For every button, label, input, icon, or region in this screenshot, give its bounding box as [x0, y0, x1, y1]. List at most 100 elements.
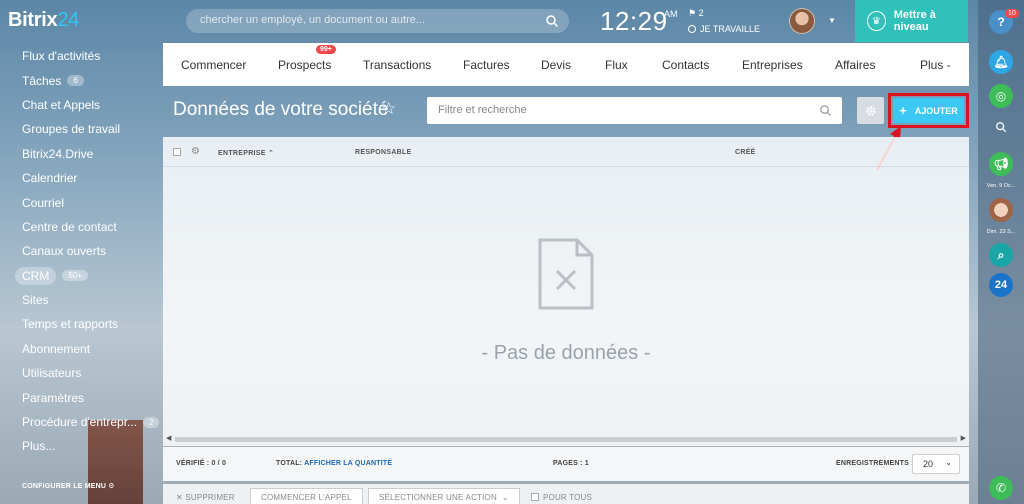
sidebar-item-3[interactable]: Groupes de travail: [0, 117, 160, 141]
for-all-checkbox[interactable]: POUR TOUS: [531, 488, 592, 504]
crm-tab-9[interactable]: Plus -: [920, 58, 951, 72]
crm-tab-1[interactable]: Prospects 99+: [278, 45, 336, 72]
flag-count-value: 2: [698, 8, 704, 18]
search-button[interactable]: [989, 115, 1013, 139]
sidebar-item-label: Centre de contact: [22, 219, 117, 234]
select-all-checkbox[interactable]: [173, 148, 181, 156]
sidebar-item-11[interactable]: Temps et rapports: [0, 312, 160, 336]
sidebar-item-0[interactable]: Flux d'activités: [0, 44, 160, 68]
crm-search-button[interactable]: ⌕: [989, 243, 1013, 267]
left-menu: Flux d'activités Tâches 6 Chat et Appels Gro…: [0, 44, 160, 459]
question-icon: ?: [997, 15, 1005, 29]
megaphone-icon: 📢︎: [993, 157, 1009, 171]
recent-date-1: Ven. 9 Oc...: [986, 183, 1016, 189]
sidebar-item-13[interactable]: Utilisateurs: [0, 361, 160, 385]
filter-search-input[interactable]: Filtre et recherche: [427, 97, 842, 124]
crm-tab-label: Commencer: [181, 58, 247, 72]
select-action-label: SÉLECTIONNER UNE ACTION: [379, 492, 497, 502]
start-call-button[interactable]: COMMENCER L'APPEL: [250, 488, 363, 504]
chat-circle-icon: ◎: [995, 89, 1007, 103]
sidebar-item-9[interactable]: CRM 50+: [0, 264, 160, 288]
megaphone-button[interactable]: 📢︎: [989, 152, 1013, 176]
crm-tab-2[interactable]: Transactions: [363, 58, 431, 72]
logo[interactable]: Bitrix24: [8, 9, 79, 32]
sidebar-item-label: Chat et Appels: [22, 97, 101, 112]
upgrade-label: Mettre à niveau: [893, 9, 936, 33]
sidebar-item-5[interactable]: Calendrier: [0, 166, 160, 190]
crm-tab-label: Prospects: [278, 58, 332, 72]
top-bar: Bitrix24 chercher un employé, un documen…: [0, 0, 978, 42]
delete-button[interactable]: ✕ SUPPRIMER: [176, 488, 235, 504]
openlines-button[interactable]: ◎: [989, 84, 1013, 108]
sidebar-item-10[interactable]: Sites: [0, 288, 160, 312]
crm-tab-6[interactable]: Contacts: [662, 58, 709, 72]
right-bar: ? 10 🔔︎ ◎ 📢︎ Ven. 9 Oc... Dim. 23 S... ⌕…: [978, 0, 1024, 504]
crm-tab-4[interactable]: Devis: [541, 58, 571, 72]
configure-menu-label: CONFIGURER LE MENU: [22, 483, 107, 490]
show-quantity-link[interactable]: AFFICHER LA QUANTITÉ: [304, 460, 392, 467]
page-size-select[interactable]: 20 ⌄: [912, 454, 960, 474]
page-title: Données de votre société: [173, 99, 389, 120]
sidebar-item-label: Utilisateurs: [22, 366, 82, 381]
sidebar-item-label: Calendrier: [22, 171, 78, 186]
select-action-dropdown[interactable]: SÉLECTIONNER UNE ACTION ⌄: [368, 488, 520, 504]
settings-button[interactable]: [857, 97, 884, 124]
crm-tab-8[interactable]: Affaires: [835, 58, 875, 72]
crm-tab-3[interactable]: Factures: [463, 58, 510, 72]
user-avatar[interactable]: [789, 8, 815, 34]
column-header-responsible[interactable]: RESPONSABLE: [355, 149, 412, 156]
counter-badge: 2: [143, 416, 160, 428]
column-header-created[interactable]: CRÉÉ: [735, 149, 756, 156]
crm-tab-0[interactable]: Commencer: [181, 58, 246, 72]
sidebar-item-label: Sites: [22, 293, 49, 308]
recent-date-2: Dim. 23 S...: [986, 229, 1016, 235]
for-all-label: POUR TOUS: [543, 492, 593, 502]
notifications-button[interactable]: 🔔︎: [989, 50, 1013, 74]
page-size-value: 20: [923, 459, 934, 469]
sidebar-item-16[interactable]: Plus...: [0, 434, 160, 458]
bitrix24-button[interactable]: 24: [989, 273, 1013, 297]
close-icon: ✕: [176, 492, 186, 502]
global-search-input[interactable]: chercher un employé, un document ou autr…: [186, 9, 569, 33]
add-label: AJOUTER: [914, 105, 958, 116]
upgrade-button[interactable]: ♛ Mettre à niveau: [855, 0, 968, 42]
phone-button[interactable]: ✆: [989, 476, 1013, 500]
sidebar-item-4[interactable]: Bitrix24.Drive: [0, 142, 160, 166]
crm-tab-7[interactable]: Entreprises: [742, 58, 803, 72]
work-status[interactable]: JE TRAVAILLE: [688, 24, 760, 34]
crm-nav: Commencer Prospects 99+ Transactions Facture…: [163, 43, 969, 86]
sidebar-item-1[interactable]: Tâches 6: [0, 68, 160, 92]
scroll-right-icon[interactable]: ▶: [961, 434, 966, 442]
flag-count[interactable]: ⚑ 2: [688, 8, 704, 19]
gear-icon: [865, 105, 876, 116]
configure-menu-link[interactable]: CONFIGURER LE MENU ⚙: [22, 482, 115, 490]
horizontal-scrollbar[interactable]: ◀ ▶: [163, 434, 969, 443]
sidebar-item-8[interactable]: Canaux ouverts: [0, 239, 160, 263]
clock[interactable]: 12:29: [600, 6, 668, 37]
crm-tab-5[interactable]: Flux: [605, 58, 628, 72]
sidebar-item-15[interactable]: Procédure d'entrepr... 2: [0, 410, 160, 434]
scroll-left-icon[interactable]: ◀: [166, 434, 171, 442]
sidebar-item-7[interactable]: Centre de contact: [0, 215, 160, 239]
crm-tab-label: Entreprises: [742, 58, 803, 72]
b24-icon: 24: [994, 279, 1008, 291]
scrollbar-thumb[interactable]: [175, 437, 957, 442]
sidebar-item-12[interactable]: Abonnement: [0, 337, 160, 361]
crm-tab-label: Transactions: [363, 58, 432, 72]
checkbox[interactable]: [531, 493, 539, 501]
favorite-star-icon[interactable]: ☆: [381, 99, 396, 119]
column-settings-gear-icon[interactable]: ⚙: [191, 146, 200, 157]
search-icon[interactable]: [545, 14, 559, 28]
add-button[interactable]: + AJOUTER: [893, 98, 964, 123]
chevron-down-icon: ⌄: [501, 492, 509, 502]
chevron-down-icon[interactable]: ▼: [828, 16, 836, 25]
flag-icon: ⚑: [688, 8, 699, 18]
contact-avatar[interactable]: [989, 198, 1013, 222]
sidebar-item-6[interactable]: Courriel: [0, 190, 160, 214]
records-label: ENREGISTREMENTS :: [836, 460, 914, 467]
crm-tab-label: Contacts: [662, 58, 710, 72]
sidebar-item-2[interactable]: Chat et Appels: [0, 93, 160, 117]
sidebar-item-14[interactable]: Paramètres: [0, 385, 160, 409]
column-header-company[interactable]: ENTREPRISE ⌃: [218, 149, 274, 157]
search-icon[interactable]: [819, 104, 832, 117]
